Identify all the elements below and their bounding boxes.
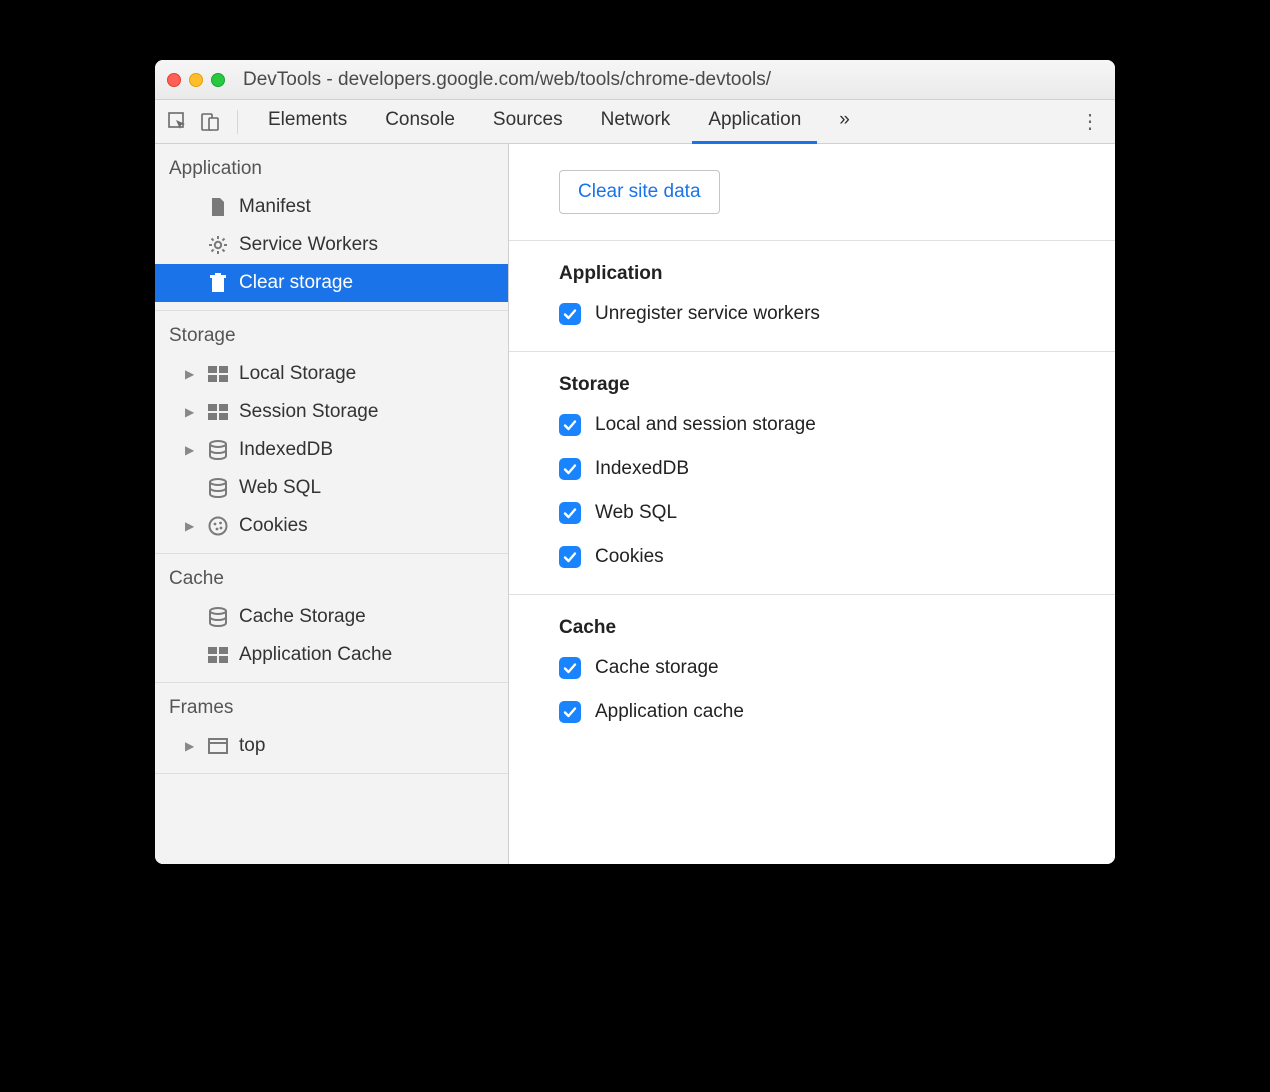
expand-arrow-icon: ▶	[185, 739, 197, 753]
option-application-cache: Application cache	[559, 701, 1065, 723]
window-title: DevTools - developers.google.com/web/too…	[243, 69, 771, 91]
device-toolbar-icon[interactable]	[197, 109, 223, 135]
clear-storage-panel: Clear site data Application Unregister se…	[509, 144, 1115, 864]
checkbox[interactable]	[559, 458, 581, 480]
tab-console[interactable]: Console	[369, 100, 471, 144]
zoom-window-button[interactable]	[211, 73, 225, 87]
grid-icon	[207, 401, 229, 423]
section-cache: Cache Cache storage Application cache	[509, 595, 1115, 749]
application-sidebar: Application▶Manifest▶Service Workers▶Cle…	[155, 144, 509, 864]
checkbox[interactable]	[559, 701, 581, 723]
sidebar-item-label: Service Workers	[239, 234, 378, 256]
sidebar-item-session-storage[interactable]: ▶ Session Storage	[155, 393, 508, 431]
sidebar-item-label: Clear storage	[239, 272, 353, 294]
section-storage: Storage Local and session storage IndexedD…	[509, 352, 1115, 595]
sidebar-item-top[interactable]: ▶ top	[155, 727, 508, 765]
tab-network[interactable]: Network	[585, 100, 687, 144]
devtools-tabbar: ElementsConsoleSourcesNetworkApplication…	[155, 100, 1115, 144]
option-unregister-service-workers: Unregister service workers	[559, 303, 1065, 325]
option-local-and-session-storage: Local and session storage	[559, 414, 1065, 436]
section-heading: Storage	[559, 374, 1065, 396]
file-icon	[207, 196, 229, 218]
sidebar-item-application-cache[interactable]: ▶Application Cache	[155, 636, 508, 674]
option-label: IndexedDB	[595, 458, 689, 480]
option-label: Cookies	[595, 546, 664, 568]
inspect-element-icon[interactable]	[165, 109, 191, 135]
devtools-window: DevTools - developers.google.com/web/too…	[155, 60, 1115, 864]
sidebar-item-label: Application Cache	[239, 644, 392, 666]
checkbox[interactable]	[559, 414, 581, 436]
option-indexeddb: IndexedDB	[559, 458, 1065, 480]
sidebar-item-service-workers[interactable]: ▶Service Workers	[155, 226, 508, 264]
tab-sources[interactable]: Sources	[477, 100, 579, 144]
option-label: Unregister service workers	[595, 303, 820, 325]
checkbox[interactable]	[559, 502, 581, 524]
sidebar-item-cache-storage[interactable]: ▶Cache Storage	[155, 598, 508, 636]
sidebar-group-label: Application	[155, 144, 508, 188]
close-window-button[interactable]	[167, 73, 181, 87]
checkbox[interactable]	[559, 657, 581, 679]
option-cache-storage: Cache storage	[559, 657, 1065, 679]
cookie-icon	[207, 515, 229, 537]
sidebar-item-label: Local Storage	[239, 363, 356, 385]
checkbox[interactable]	[559, 546, 581, 568]
titlebar: DevTools - developers.google.com/web/too…	[155, 60, 1115, 100]
clear-site-data-button[interactable]: Clear site data	[559, 170, 720, 214]
sidebar-item-label: Session Storage	[239, 401, 378, 423]
expand-arrow-icon: ▶	[185, 367, 197, 381]
frame-icon	[207, 735, 229, 757]
devtools-body: Application▶Manifest▶Service Workers▶Cle…	[155, 144, 1115, 864]
sidebar-item-label: Cookies	[239, 515, 308, 537]
sidebar-item-manifest[interactable]: ▶Manifest	[155, 188, 508, 226]
devtools-menu-button[interactable]: ⋮	[1075, 109, 1105, 134]
tab-application[interactable]: Application	[692, 100, 817, 144]
traffic-lights	[167, 73, 225, 87]
trash-icon	[207, 272, 229, 294]
gear-icon	[207, 234, 229, 256]
tab-elements[interactable]: Elements	[252, 100, 363, 144]
database-icon	[207, 606, 229, 628]
expand-arrow-icon: ▶	[185, 405, 197, 419]
database-icon	[207, 439, 229, 461]
option-label: Cache storage	[595, 657, 719, 679]
option-label: Application cache	[595, 701, 744, 723]
sidebar-item-indexeddb[interactable]: ▶ IndexedDB	[155, 431, 508, 469]
sidebar-item-label: top	[239, 735, 265, 757]
sidebar-item-label: Web SQL	[239, 477, 321, 499]
sidebar-group-label: Cache	[155, 554, 508, 598]
sidebar-item-web-sql[interactable]: ▶Web SQL	[155, 469, 508, 507]
grid-icon	[207, 363, 229, 385]
option-cookies: Cookies	[559, 546, 1065, 568]
sidebar-item-label: IndexedDB	[239, 439, 333, 461]
sidebar-group-label: Storage	[155, 311, 508, 355]
divider	[237, 110, 238, 134]
option-web-sql: Web SQL	[559, 502, 1065, 524]
minimize-window-button[interactable]	[189, 73, 203, 87]
checkbox[interactable]	[559, 303, 581, 325]
sidebar-item-label: Manifest	[239, 196, 311, 218]
section-heading: Cache	[559, 617, 1065, 639]
sidebar-item-cookies[interactable]: ▶ Cookies	[155, 507, 508, 545]
expand-arrow-icon: ▶	[185, 443, 197, 457]
sidebar-item-label: Cache Storage	[239, 606, 366, 628]
sidebar-group-label: Frames	[155, 683, 508, 727]
option-label: Web SQL	[595, 502, 677, 524]
sidebar-item-local-storage[interactable]: ▶ Local Storage	[155, 355, 508, 393]
database-icon	[207, 477, 229, 499]
expand-arrow-icon: ▶	[185, 519, 197, 533]
grid-icon	[207, 644, 229, 666]
option-label: Local and session storage	[595, 414, 816, 436]
sidebar-item-clear-storage[interactable]: ▶Clear storage	[155, 264, 508, 302]
section-heading: Application	[559, 263, 1065, 285]
tabs-overflow-button[interactable]: »	[823, 100, 866, 144]
section-application: Application Unregister service workers	[509, 241, 1115, 352]
